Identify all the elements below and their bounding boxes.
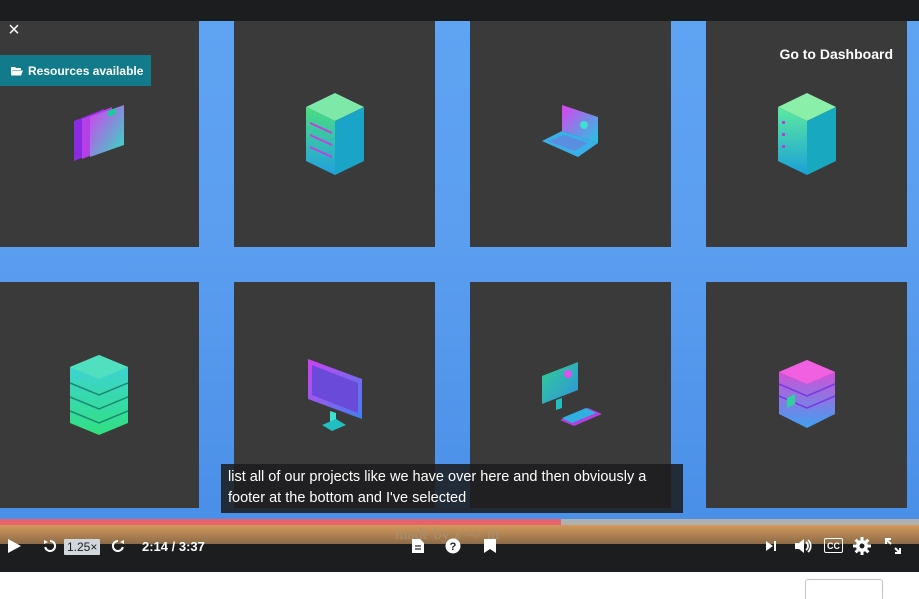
storage-box-icon — [778, 360, 835, 428]
project-card-server-stack — [234, 21, 435, 247]
project-card-storage-box — [706, 282, 907, 508]
svg-text:?: ? — [450, 541, 457, 553]
folders-icon — [73, 105, 124, 161]
project-card-laptop — [470, 21, 671, 247]
workstation-icon — [541, 362, 602, 426]
settings-button[interactable] — [852, 530, 872, 562]
captions-button[interactable]: CC — [824, 538, 843, 553]
server-rack-icon — [777, 93, 836, 175]
forward-icon — [111, 539, 124, 552]
fullscreen-button[interactable] — [883, 530, 903, 562]
laptop-icon — [541, 105, 598, 157]
help-button[interactable]: ? — [444, 530, 462, 562]
forward-button[interactable] — [108, 530, 128, 562]
resources-label: Resources available — [28, 63, 144, 78]
video-player: Go to Dashboard × Resources available li… — [0, 0, 919, 572]
play-button[interactable] — [4, 530, 24, 562]
player-controls: 1.25× 2:14 / 3:37 ? CC — [0, 530, 919, 562]
database-icon — [69, 355, 128, 435]
close-icon[interactable]: × — [4, 20, 24, 40]
time-display: 2:14 / 3:37 — [142, 539, 205, 554]
server-stack-icon — [305, 93, 364, 175]
transcript-button[interactable] — [409, 530, 427, 562]
expand-icon — [885, 538, 901, 554]
player-top-bar — [0, 0, 919, 21]
bookmark-icon — [484, 539, 496, 553]
gear-icon — [853, 537, 871, 555]
volume-icon — [795, 539, 812, 553]
resources-available-badge[interactable]: Resources available — [0, 55, 152, 86]
folder-open-icon — [11, 66, 23, 75]
go-to-dashboard-link[interactable]: Go to Dashboard — [779, 46, 893, 62]
rewind-icon — [44, 539, 57, 552]
rewind-button[interactable] — [40, 530, 60, 562]
transcript-icon — [412, 539, 424, 553]
play-icon — [8, 539, 21, 553]
subtitle-caption: list all of our projects like we have ov… — [221, 464, 683, 513]
playback-rate-button[interactable]: 1.25× — [64, 539, 101, 555]
partial-button[interactable] — [805, 579, 883, 599]
bookmark-button[interactable] — [481, 530, 499, 562]
video-frame[interactable]: Go to Dashboard — [0, 21, 919, 519]
page-below-player — [0, 572, 919, 599]
skip-next-icon — [766, 541, 776, 551]
project-card-database — [0, 282, 199, 508]
volume-button[interactable] — [793, 530, 813, 562]
monitor-icon — [307, 359, 362, 431]
next-button[interactable] — [762, 530, 780, 562]
help-icon: ? — [445, 538, 461, 554]
